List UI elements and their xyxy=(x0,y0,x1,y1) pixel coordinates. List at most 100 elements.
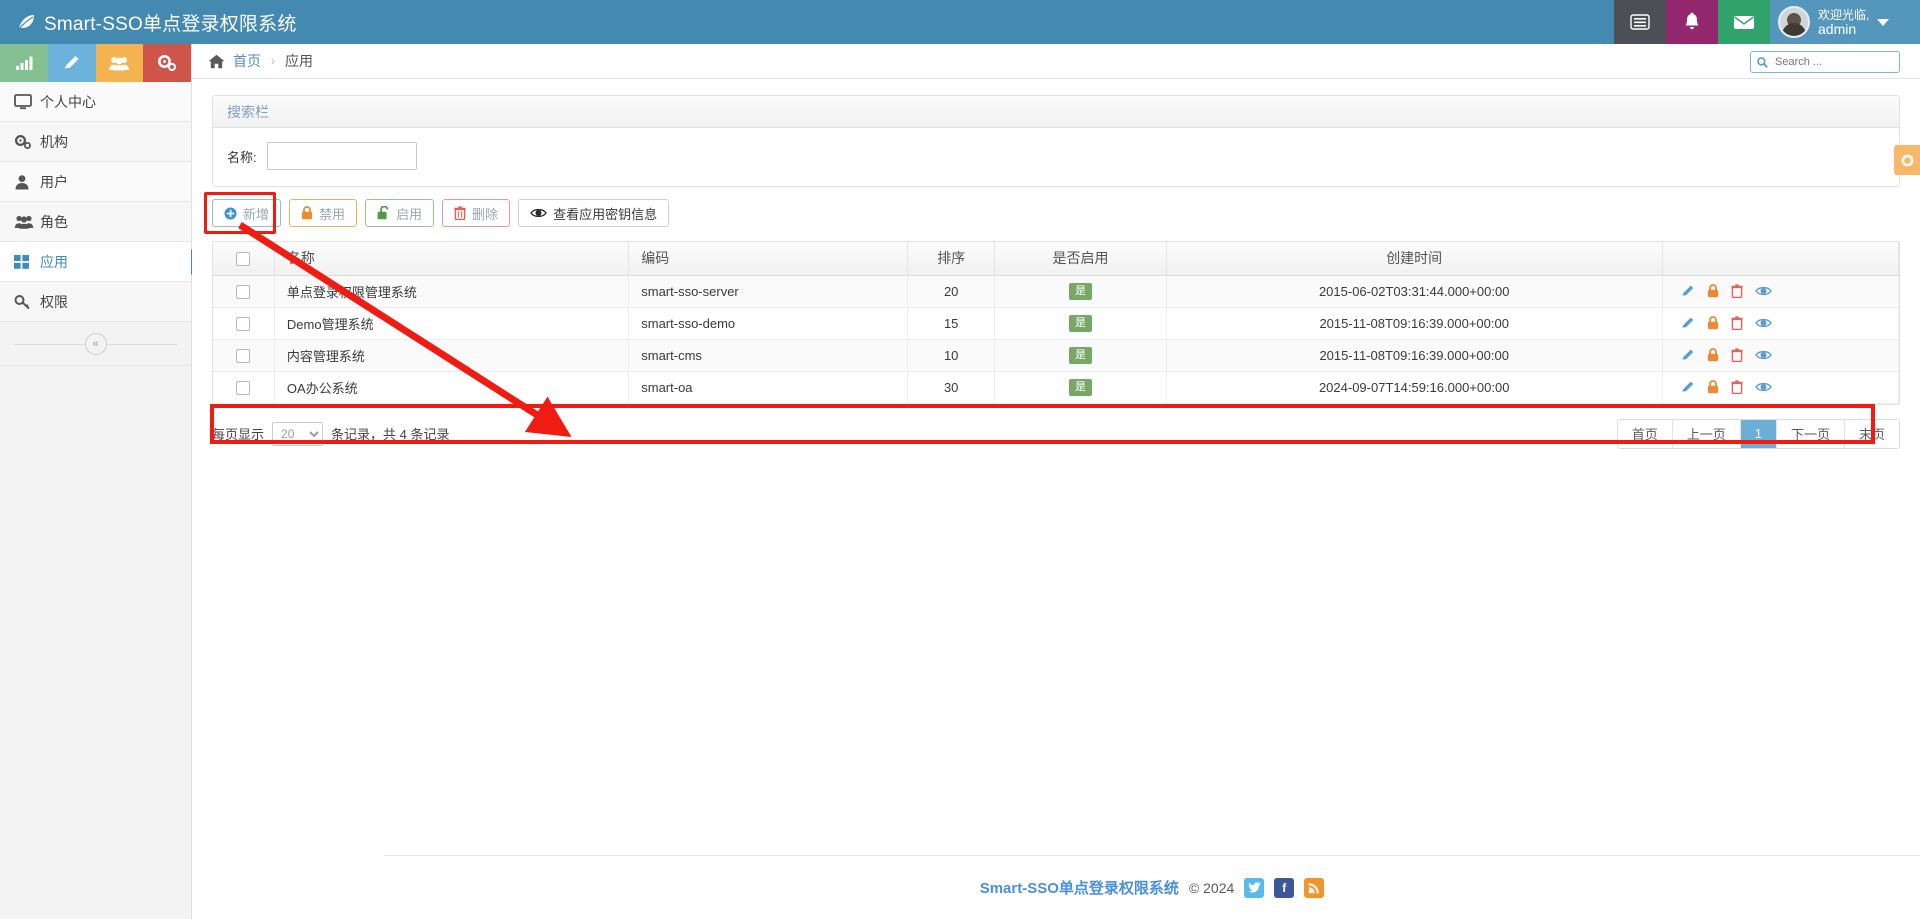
cell-name: 内容管理系统 xyxy=(274,339,630,372)
cell-enabled: 是 xyxy=(994,339,1167,372)
view-icon[interactable] xyxy=(1754,381,1772,393)
disable-button[interactable]: 禁用 xyxy=(289,199,358,227)
edit-icon[interactable] xyxy=(1681,380,1695,394)
view-app-secret-button[interactable]: 查看应用密钥信息 xyxy=(518,199,670,227)
row-checkbox[interactable] xyxy=(236,284,251,299)
breadcrumb-separator: › xyxy=(271,54,275,68)
enable-button[interactable]: 启用 xyxy=(365,199,435,227)
home-icon xyxy=(208,54,225,69)
sidebar-item-permission[interactable]: 权限 xyxy=(0,282,191,322)
pencil-icon[interactable] xyxy=(47,44,96,82)
enable-button-label: 启用 xyxy=(396,206,423,222)
global-search[interactable] xyxy=(1750,51,1900,73)
row-select-cell xyxy=(213,339,275,372)
sidebar-item-role[interactable]: 角色 xyxy=(0,202,191,242)
column-header-name[interactable]: 名称 xyxy=(274,242,630,276)
cell-actions xyxy=(1662,307,1900,340)
table-row[interactable]: 内容管理系统 smart-cms 10 是 2015-11-08T09:16:3… xyxy=(213,339,1900,372)
footer-brand[interactable]: Smart-SSO单点登录权限系统 xyxy=(980,877,1179,898)
twitter-icon[interactable] xyxy=(1244,877,1265,898)
cell-created: 2015-06-02T03:31:44.000+00:00 xyxy=(1166,275,1663,308)
username-label: admin xyxy=(1818,21,1857,37)
cell-enabled: 是 xyxy=(994,275,1167,308)
column-header-order[interactable]: 排序 xyxy=(907,242,996,276)
search-panel: 搜索栏 名称: xyxy=(212,95,1900,187)
user-menu[interactable]: 欢迎光临, admin xyxy=(1770,0,1920,44)
facebook-icon[interactable]: f xyxy=(1274,877,1295,898)
view-icon[interactable] xyxy=(1754,349,1772,361)
row-select-cell xyxy=(213,275,275,308)
row-checkbox[interactable] xyxy=(236,380,251,395)
select-all-header xyxy=(213,242,275,276)
lock-icon[interactable] xyxy=(1707,316,1719,330)
page-first-button[interactable]: 首页 xyxy=(1617,419,1673,448)
collapse-sidebar-button[interactable]: « xyxy=(84,332,107,355)
edit-icon[interactable] xyxy=(1681,316,1695,330)
delete-icon[interactable] xyxy=(1731,380,1743,394)
sidebar-item-personal-center[interactable]: 个人中心 xyxy=(0,82,191,122)
row-action-group xyxy=(1675,284,1886,298)
table-row[interactable]: 单点登录权限管理系统 smart-sso-server 20 是 2015-06… xyxy=(213,275,1900,308)
column-header-created[interactable]: 创建时间 xyxy=(1166,242,1663,276)
add-button[interactable]: 新增 xyxy=(212,199,282,227)
desktop-icon xyxy=(14,93,40,110)
chevron-down-icon[interactable] xyxy=(1877,18,1890,26)
cell-code: smart-oa xyxy=(628,371,908,404)
lock-icon[interactable] xyxy=(1707,348,1719,362)
lock-icon[interactable] xyxy=(1707,380,1719,394)
page-next-button[interactable]: 下一页 xyxy=(1776,419,1845,448)
key-icon xyxy=(14,294,40,310)
page-last-button[interactable]: 末页 xyxy=(1844,419,1899,448)
gears-icon xyxy=(14,134,40,150)
page-number-button[interactable]: 1 xyxy=(1740,419,1777,448)
app-brand[interactable]: Smart-SSO单点登录权限系统 xyxy=(0,0,296,44)
page-size-select[interactable]: 20 50 100 xyxy=(272,421,324,446)
header-spacer xyxy=(192,0,1614,44)
pagination-bar: 每页显示 20 50 100 条记录，共 4 条记录 首页 上一页 1 下一页 … xyxy=(212,418,1900,449)
delete-button-label: 删除 xyxy=(472,206,499,222)
select-all-checkbox[interactable] xyxy=(236,252,251,267)
table-row[interactable]: Demo管理系统 smart-sso-demo 15 是 2015-11-08T… xyxy=(213,307,1900,340)
delete-button[interactable]: 删除 xyxy=(442,199,511,227)
sidebar-item-user[interactable]: 用户 xyxy=(0,162,191,202)
sidebar-item-application[interactable]: 应用 xyxy=(0,242,204,282)
edit-icon[interactable] xyxy=(1681,348,1695,362)
envelope-icon[interactable] xyxy=(1718,0,1770,44)
row-checkbox[interactable] xyxy=(236,316,251,331)
view-icon[interactable] xyxy=(1754,317,1772,329)
cell-code: smart-cms xyxy=(628,339,908,372)
action-toolbar: 新增 禁用 启用 删除 查看应用密钥信息 xyxy=(204,192,1900,234)
pagination-buttons: 首页 上一页 1 下一页 末页 xyxy=(1616,418,1900,449)
gears-icon[interactable] xyxy=(143,44,191,82)
status-badge: 是 xyxy=(1069,315,1093,332)
table-header-row: 名称 编码 排序 是否启用 创建时间 xyxy=(213,242,1900,276)
delete-icon[interactable] xyxy=(1731,348,1743,362)
column-header-enabled[interactable]: 是否启用 xyxy=(994,242,1167,276)
rss-icon[interactable] xyxy=(1304,877,1325,898)
gear-icon[interactable] xyxy=(1894,145,1920,175)
sidebar-item-label: 角色 xyxy=(40,213,68,230)
delete-icon[interactable] xyxy=(1731,284,1743,298)
users-icon[interactable] xyxy=(95,44,144,82)
sidebar-item-organization[interactable]: 机构 xyxy=(0,122,191,162)
row-checkbox[interactable] xyxy=(236,348,251,363)
column-header-code[interactable]: 编码 xyxy=(628,242,908,276)
cell-enabled: 是 xyxy=(994,371,1167,404)
breadcrumb-home-link[interactable]: 首页 xyxy=(233,51,261,71)
search-panel-body: 名称: xyxy=(213,128,1899,186)
chart-icon[interactable] xyxy=(0,44,48,82)
table-row[interactable]: OA办公系统 smart-oa 30 是 2024-09-07T14:59:16… xyxy=(213,371,1900,404)
delete-icon[interactable] xyxy=(1731,316,1743,330)
row-action-group xyxy=(1675,348,1886,362)
edit-icon[interactable] xyxy=(1681,284,1695,298)
bell-icon[interactable] xyxy=(1666,0,1718,44)
row-select-cell xyxy=(213,371,275,404)
search-input[interactable] xyxy=(1773,55,1893,69)
tasks-icon[interactable] xyxy=(1614,0,1666,44)
view-icon[interactable] xyxy=(1754,285,1772,297)
main-content: 首页 › 应用 搜索栏 名称: xyxy=(192,44,1920,919)
page-prev-button[interactable]: 上一页 xyxy=(1672,419,1741,448)
lock-icon[interactable] xyxy=(1707,284,1719,298)
cell-code: smart-sso-server xyxy=(628,275,908,308)
name-field[interactable] xyxy=(266,142,417,170)
